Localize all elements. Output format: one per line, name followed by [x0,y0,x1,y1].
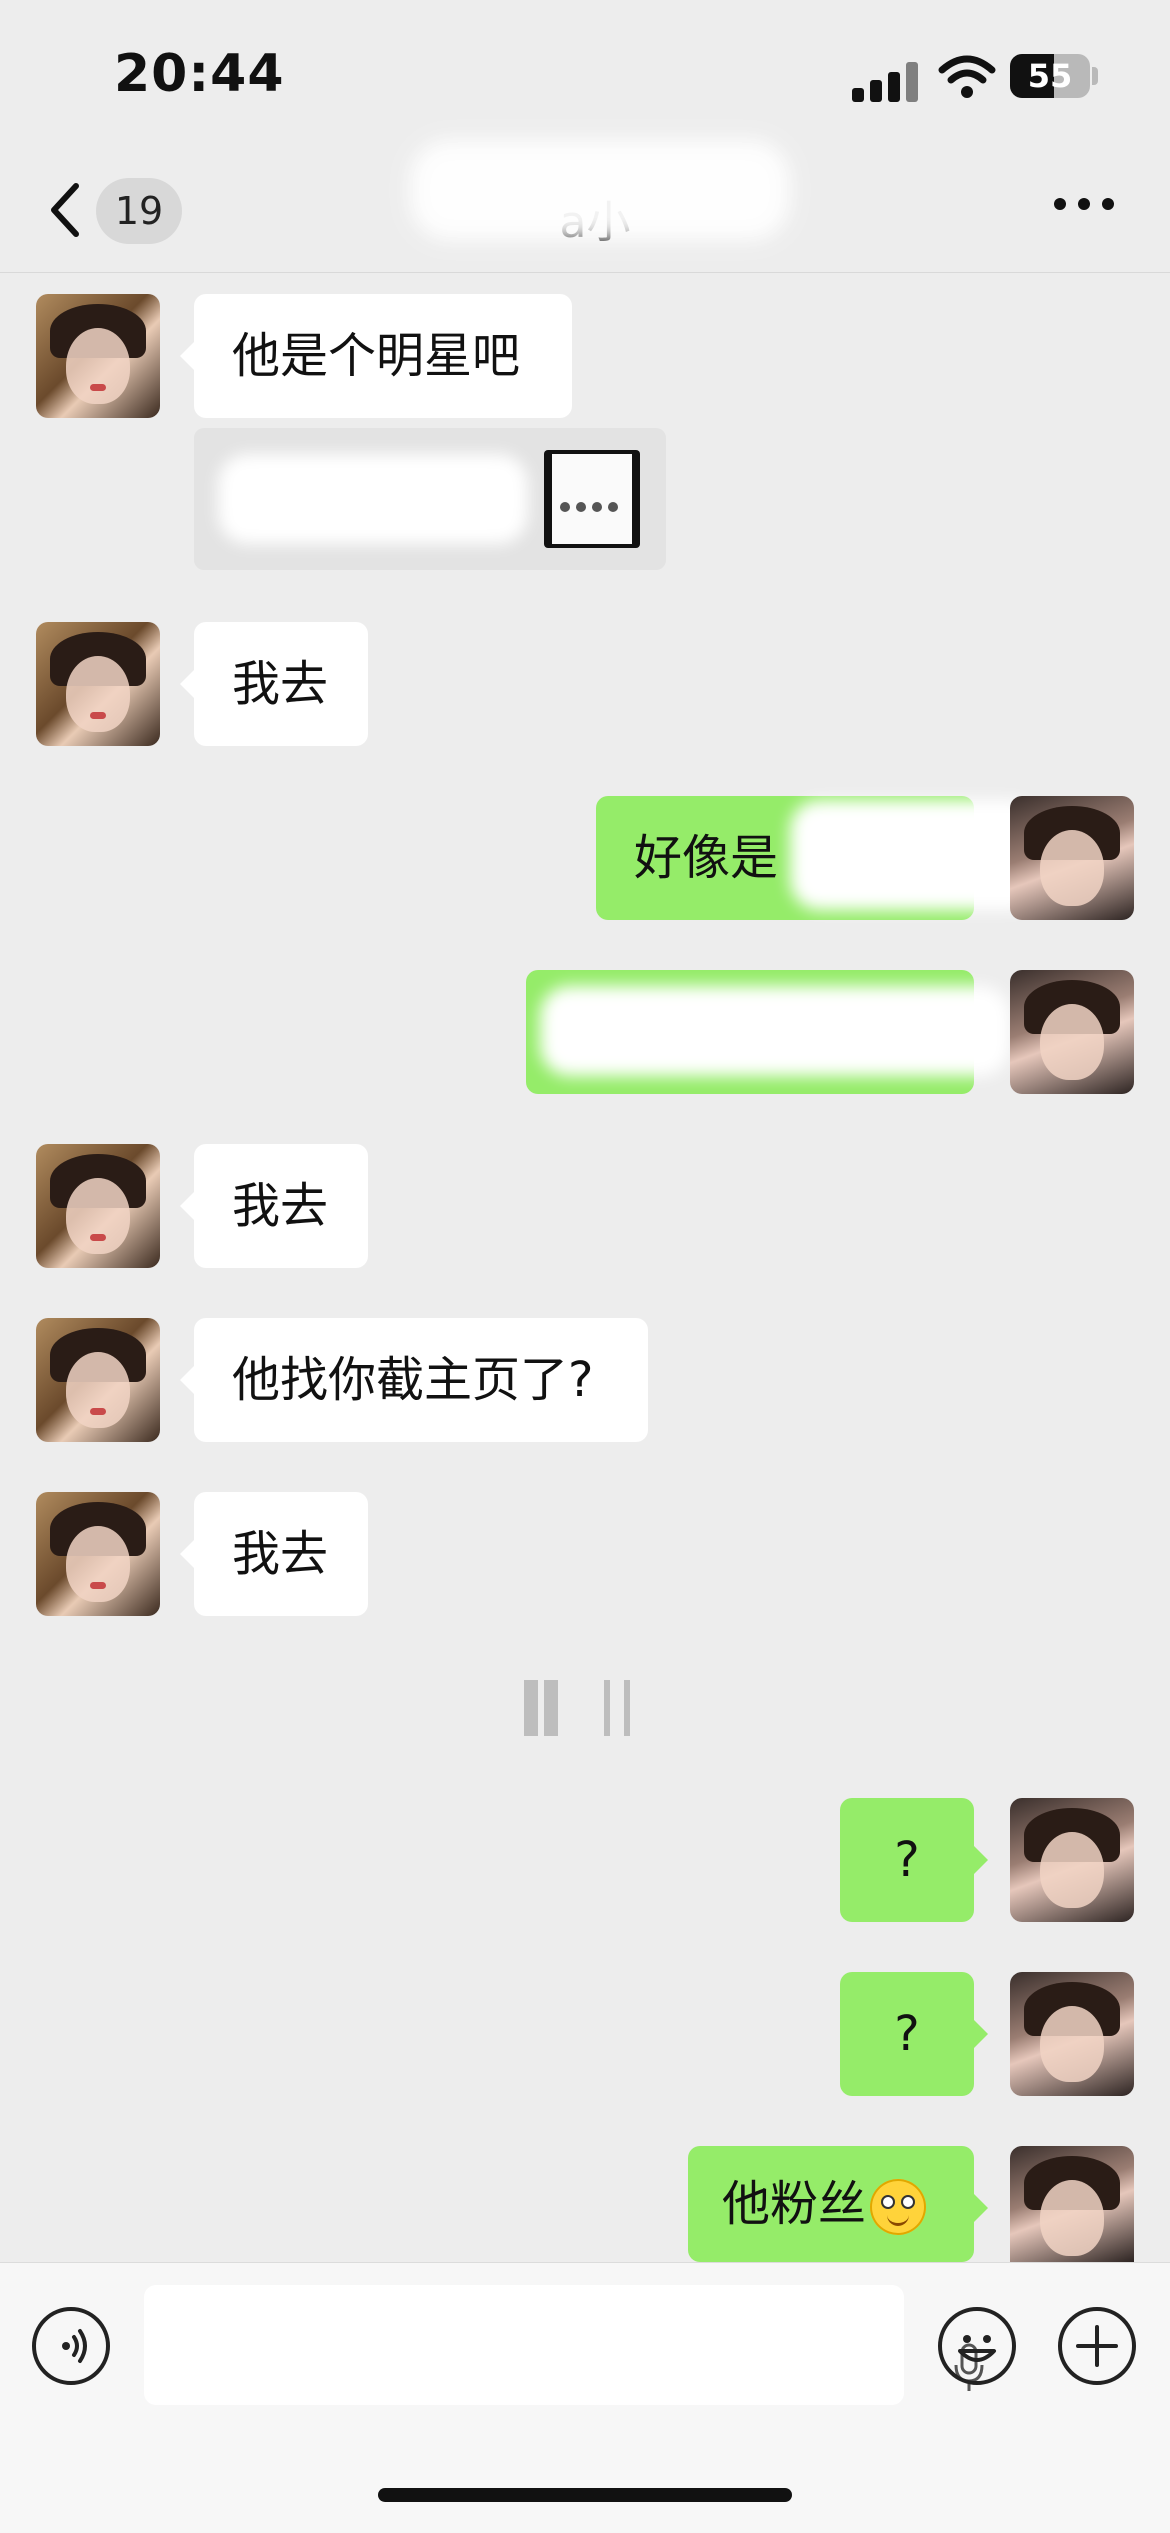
status-bar: 20:44 55 [0,0,1170,150]
emoji-icon[interactable] [938,2307,1016,2385]
text-redaction [540,986,1010,1076]
signal-icon [852,56,918,102]
self-avatar[interactable] [1010,2146,1134,2262]
message-bubble-left[interactable]: 我去 [180,622,368,746]
message-bubble-left[interactable]: 我去 [180,1144,368,1268]
self-avatar[interactable] [1010,1798,1134,1922]
wifi-icon [938,55,996,98]
self-avatar[interactable] [1010,1972,1134,2096]
contact-avatar[interactable] [36,1144,160,1268]
message-bubble-right[interactable]: 他粉丝 [688,2146,988,2262]
battery-icon: 55 [1010,54,1090,98]
unread-count-badge[interactable]: 19 [96,178,182,244]
contact-avatar[interactable] [36,1492,160,1616]
smile-emoji-icon [870,2179,927,2235]
message-bubble-right[interactable]: ? [840,1798,988,1922]
self-avatar[interactable] [1010,796,1134,920]
card-thumbnail [544,450,640,548]
battery-tip [1092,67,1098,85]
shared-card-message[interactable] [194,428,666,570]
battery-percent: 55 [1027,57,1073,95]
status-time: 20:44 [114,44,285,104]
message-text: 好像是 [634,830,779,886]
message-input[interactable] [144,2285,984,2405]
message-text: 他粉丝 [722,2176,867,2232]
contact-avatar[interactable] [36,1318,160,1442]
title-redaction [410,140,790,240]
message-bubble-left[interactable]: 我去 [180,1492,368,1616]
message-bubble-left[interactable]: 他是个明星吧 [180,294,572,418]
contact-avatar[interactable] [36,622,160,746]
message-bubble-left[interactable]: 他找你截主页了? [180,1318,648,1442]
contact-avatar[interactable] [36,294,160,418]
more-dots-icon[interactable] [1054,198,1114,218]
plus-icon[interactable] [1058,2307,1136,2385]
text-redaction [790,800,1040,910]
scroll-indicator [524,1680,644,1736]
chevron-left-icon[interactable] [42,178,92,242]
voice-icon[interactable] [32,2307,110,2385]
home-indicator[interactable] [378,2488,792,2502]
self-avatar[interactable] [1010,970,1134,1094]
card-text-redaction [218,454,528,544]
message-bubble-right[interactable]: ? [840,1972,988,2096]
